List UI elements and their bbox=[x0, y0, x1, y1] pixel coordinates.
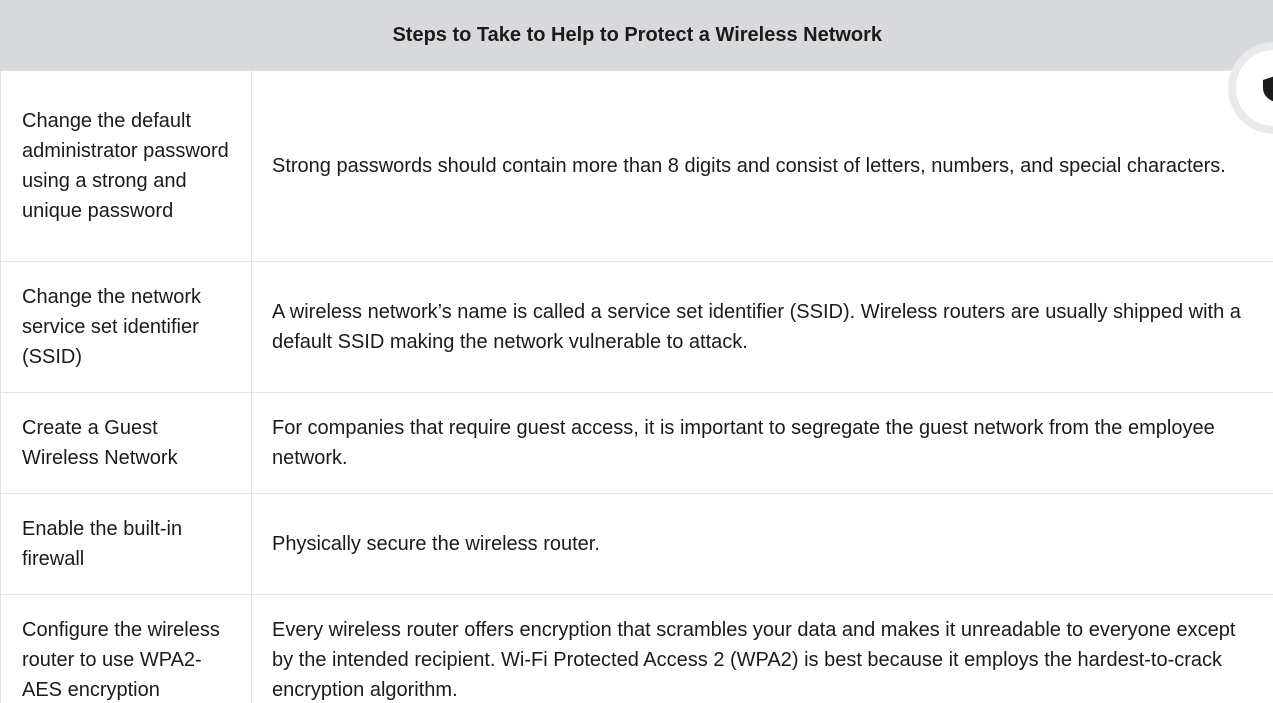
step-cell: Change the network service set identifie… bbox=[0, 261, 252, 393]
description-cell: Physically secure the wireless router. bbox=[251, 493, 1273, 595]
description-cell: Strong passwords should contain more tha… bbox=[251, 70, 1273, 262]
shield-icon bbox=[1263, 76, 1273, 102]
table-row: Change the default administrator passwor… bbox=[0, 70, 1273, 262]
table-header-row: Steps to Take to Help to Protect a Wirel… bbox=[0, 0, 1273, 71]
step-cell: Configure the wireless router to use WPA… bbox=[0, 594, 252, 703]
description-cell: A wireless network’s name is called a se… bbox=[251, 261, 1273, 393]
wireless-protection-table: Steps to Take to Help to Protect a Wirel… bbox=[0, 0, 1273, 703]
table-row: Enable the built-in firewall Physically … bbox=[0, 493, 1273, 595]
content-area: Steps to Take to Help to Protect a Wirel… bbox=[0, 0, 1273, 703]
step-cell: Change the default administrator passwor… bbox=[0, 70, 252, 262]
table-title: Steps to Take to Help to Protect a Wirel… bbox=[0, 0, 1273, 71]
table-row: Create a Guest Wireless Network For comp… bbox=[0, 392, 1273, 494]
table-row: Configure the wireless router to use WPA… bbox=[0, 594, 1273, 703]
description-cell: For companies that require guest access,… bbox=[251, 392, 1273, 494]
description-cell: Every wireless router offers encryption … bbox=[251, 594, 1273, 703]
step-cell: Create a Guest Wireless Network bbox=[0, 392, 252, 494]
step-cell: Enable the built-in firewall bbox=[0, 493, 252, 595]
table-row: Change the network service set identifie… bbox=[0, 261, 1273, 393]
